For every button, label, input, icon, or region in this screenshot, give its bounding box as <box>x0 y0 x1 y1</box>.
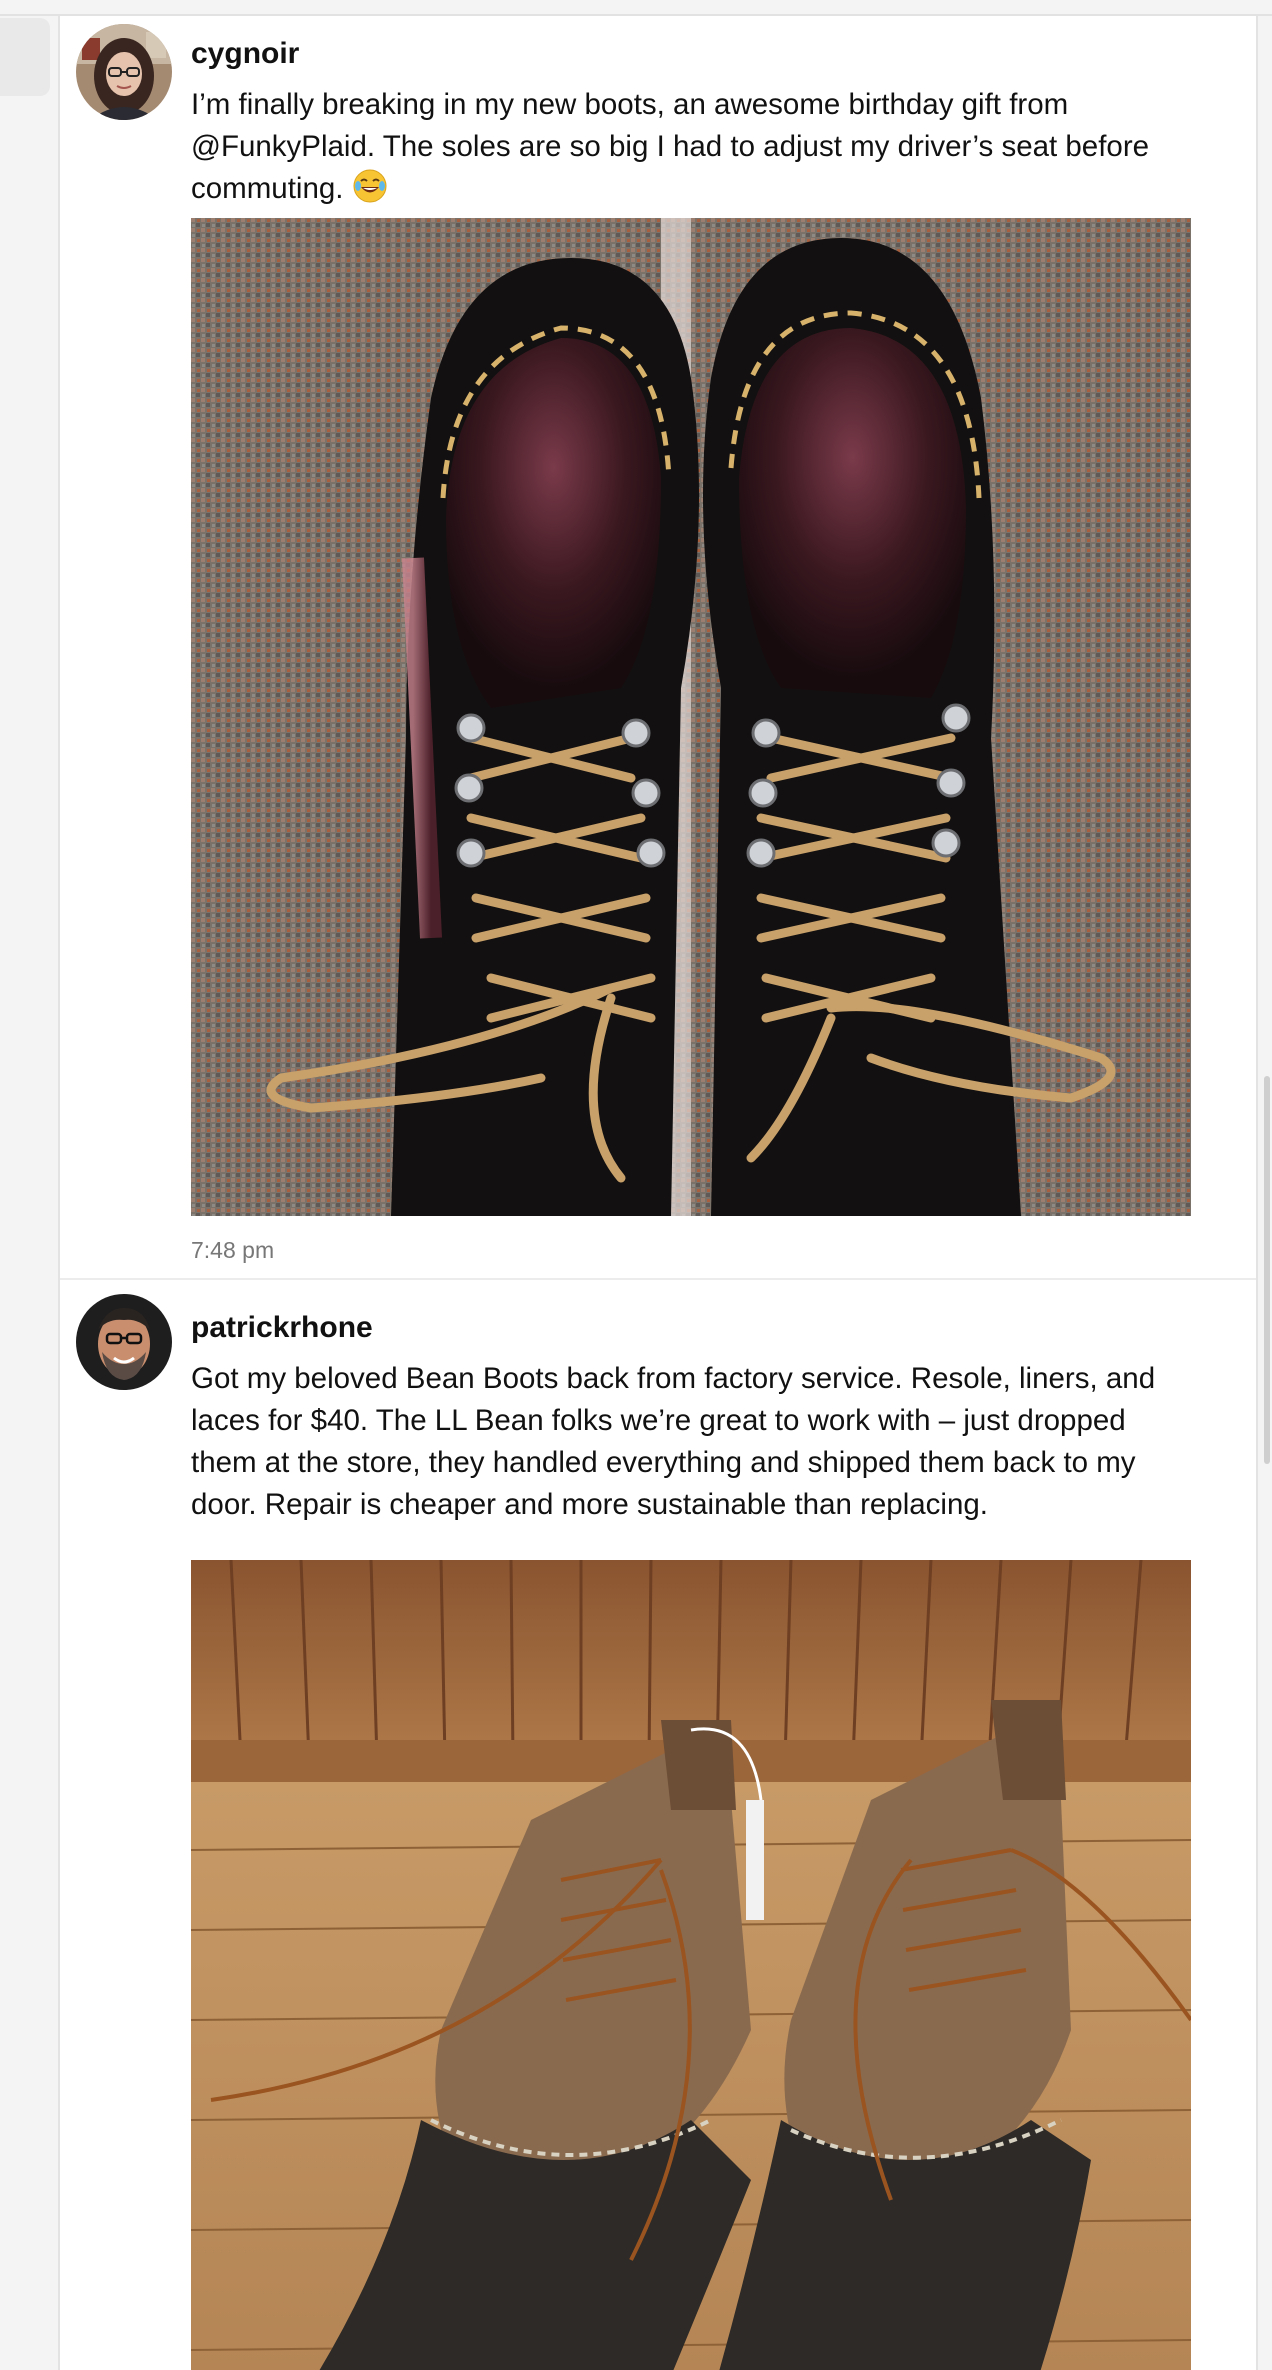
username[interactable]: cygnoir <box>191 36 299 72</box>
timeline-feed: cygnoir I’m finally breaking in my new b… <box>58 16 1258 2370</box>
top-divider <box>0 0 1272 16</box>
post-text-line: door. Repair is cheaper and more sustain… <box>191 1488 988 1521</box>
scrollbar-thumb[interactable] <box>1264 1076 1270 1464</box>
post-text-line: @FunkyPlaid. The soles are so big I had … <box>191 130 1150 163</box>
left-sidebar <box>0 16 58 2370</box>
laughing-emoji-icon <box>352 168 388 204</box>
post-text-line: them at the store, they handled everythi… <box>191 1446 1136 1479</box>
post-text: I’m finally breaking in my new boots, an… <box>191 84 1256 210</box>
post: cygnoir I’m finally breaking in my new b… <box>60 16 1256 1280</box>
post-image[interactable] <box>191 1560 1191 2370</box>
avatar[interactable] <box>76 1294 172 1390</box>
avatar[interactable] <box>76 24 172 120</box>
post-image[interactable] <box>191 218 1191 1216</box>
post-text-line: I’m finally breaking in my new boots, an… <box>191 88 1069 121</box>
post-text-line: commuting. <box>191 172 344 205</box>
sidebar-tab[interactable] <box>0 18 50 96</box>
post-text-line: Got my beloved Bean Boots back from fact… <box>191 1362 1156 1395</box>
timestamp[interactable]: 7:48 pm <box>191 1236 274 1264</box>
post-text: Got my beloved Bean Boots back from fact… <box>191 1358 1256 1526</box>
post-text-line: laces for $40. The LL Bean folks we’re g… <box>191 1404 1126 1437</box>
post: patrickrhone Got my beloved Bean Boots b… <box>60 1280 1256 2370</box>
username[interactable]: patrickrhone <box>191 1310 373 1346</box>
